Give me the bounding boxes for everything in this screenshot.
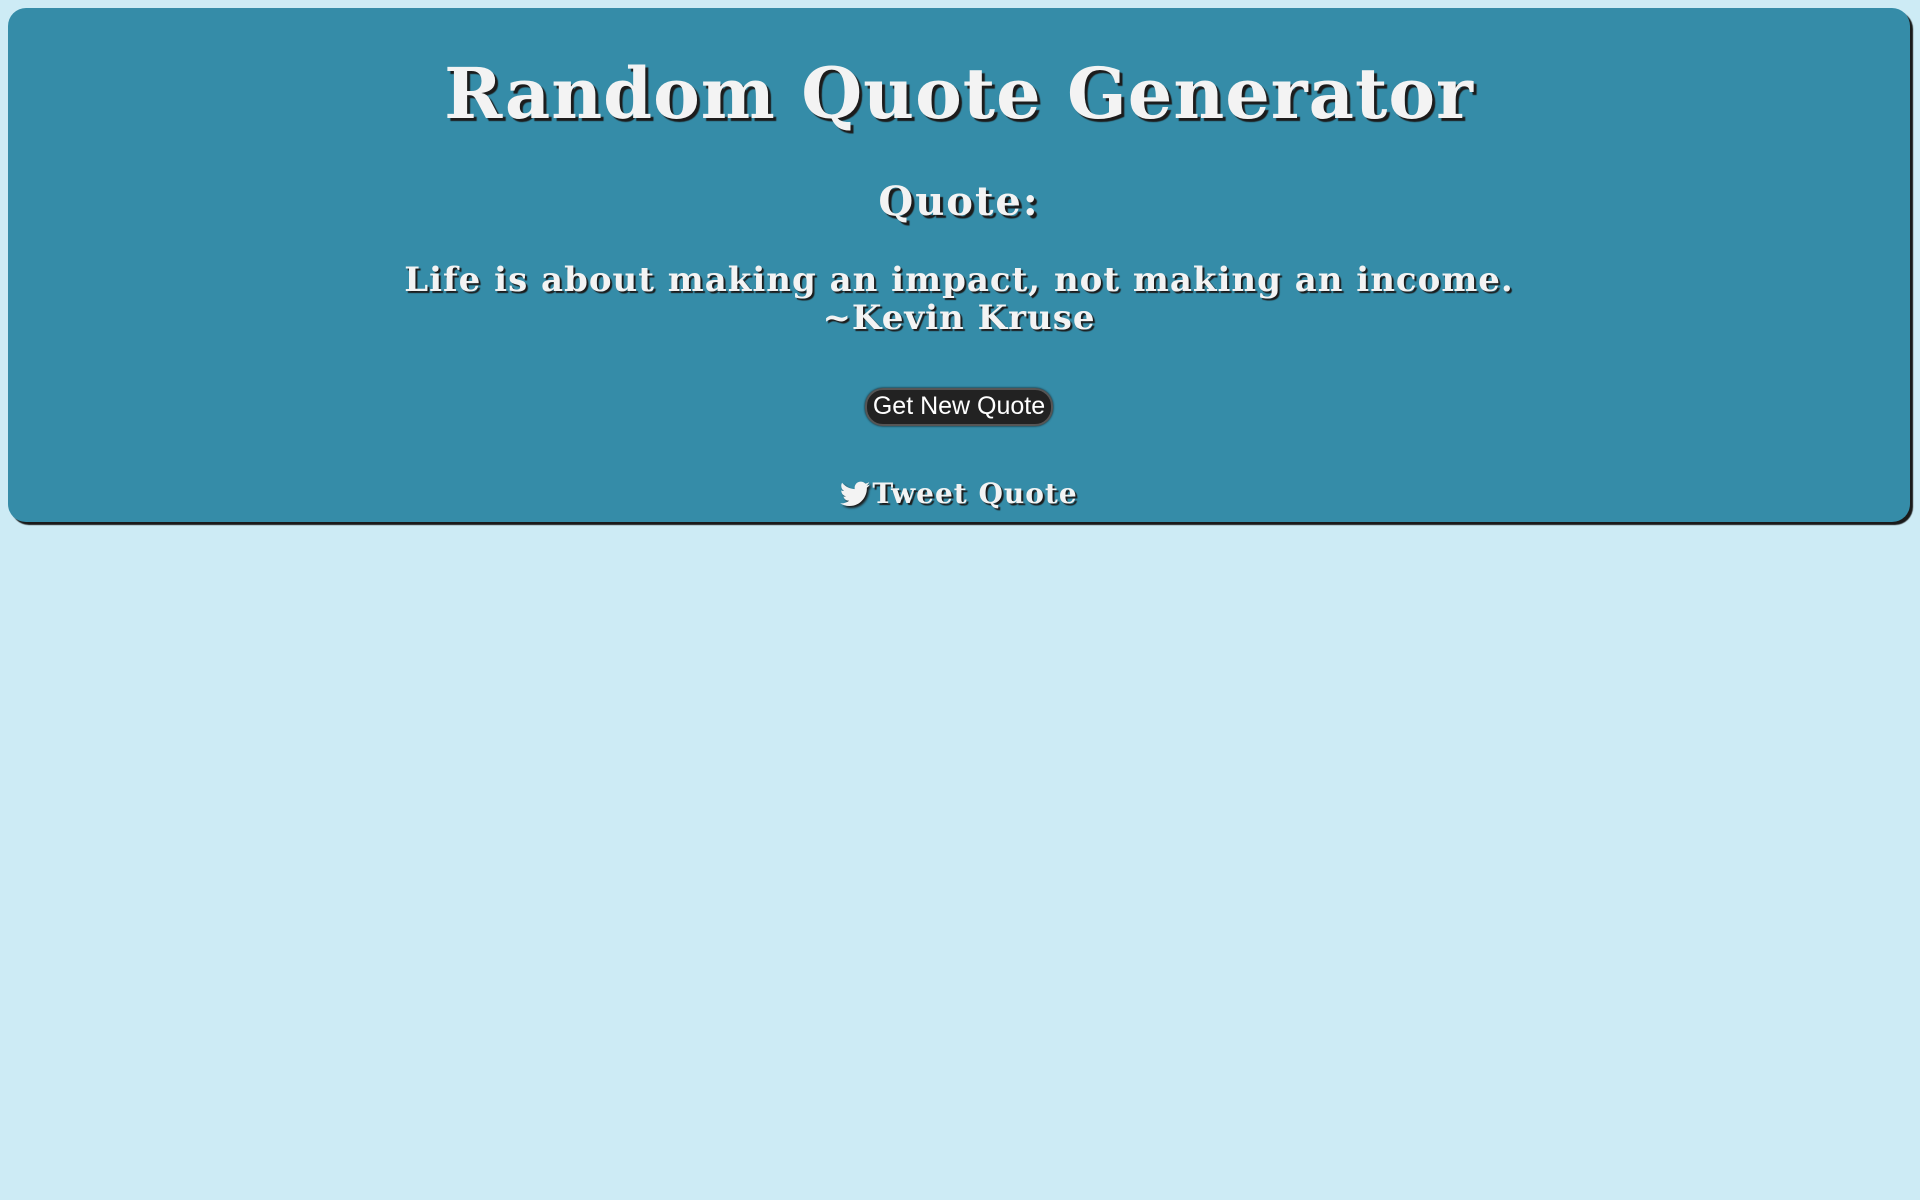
get-new-quote-button[interactable]: Get New Quote [864,388,1054,426]
quote-author: ~Kevin Kruse [822,298,1096,338]
tweet-container: Tweet Quote [8,478,1910,511]
tweet-quote-label: Tweet Quote [872,477,1078,510]
quote-heading: Quote: [878,178,1040,225]
tweet-quote-link[interactable]: Tweet Quote [840,478,1077,510]
quote-text: Life is about making an impact, not maki… [404,260,1514,300]
twitter-bird-icon [840,481,871,506]
new-quote-container: Get New Quote [8,388,1910,426]
quote-panel: Random Quote Generator Quote: Life is ab… [8,8,1910,522]
page-title: Random Quote Generator [444,52,1474,135]
